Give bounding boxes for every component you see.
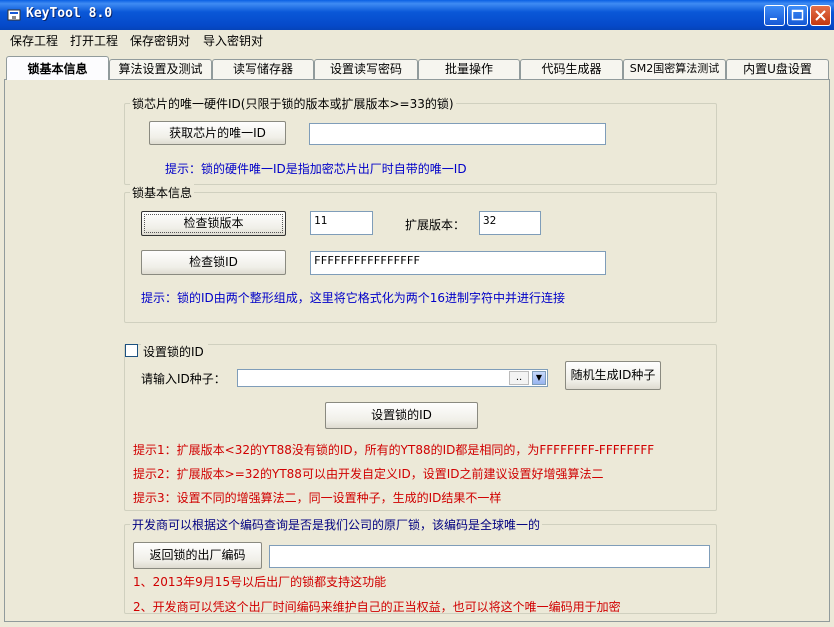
factory-code-field[interactable] (269, 545, 710, 568)
app-window: KeyTool 8.0 保存工程 打开工程 保存密钥对 导入密钥对 锁基本信息 … (0, 0, 834, 627)
tab-set-rw-password[interactable]: 设置读写密码 (314, 59, 418, 79)
tab-read-write-storage[interactable]: 读写储存器 (212, 59, 314, 79)
menu-open-project[interactable]: 打开工程 (70, 32, 118, 49)
seed-label: 请输入ID种子： (141, 372, 226, 386)
check-version-button[interactable]: 检查锁版本 (141, 211, 286, 236)
ext-version-field[interactable]: 32 (479, 211, 541, 235)
seed-combo[interactable]: .. ▼ (237, 369, 548, 387)
tab-strip: 锁基本信息 算法设置及测试 读写储存器 设置读写密码 批量操作 代码生成器 SM… (0, 56, 834, 80)
set-id-checkbox[interactable] (125, 344, 138, 357)
menu-import-keypair[interactable]: 导入密钥对 (203, 32, 263, 49)
set-id-legend: 设置锁的ID (141, 343, 208, 360)
title-bar[interactable]: KeyTool 8.0 (0, 0, 834, 30)
minimize-button[interactable] (764, 5, 785, 26)
window-title: KeyTool 8.0 (26, 6, 113, 21)
factory-note-1: 1、2013年9月15号以后出厂的锁都支持这功能 (133, 575, 387, 589)
get-chip-id-button[interactable]: 获取芯片的唯一ID (149, 121, 286, 145)
maximize-icon (791, 9, 804, 21)
set-id-hint-3: 提示3：设置不同的增强算法二，同一设置种子，生成的ID结果不一样 (133, 491, 502, 505)
factory-code-button[interactable]: 返回锁的出厂编码 (133, 542, 262, 569)
menu-save-project[interactable]: 保存工程 (10, 32, 58, 49)
app-icon (7, 9, 21, 21)
version-field[interactable]: 11 (310, 211, 373, 235)
close-icon (815, 10, 826, 21)
basic-info-legend: 锁基本信息 (130, 184, 195, 201)
chip-id-legend: 锁芯片的唯一硬件ID(只限于锁的版本或扩展版本>=33的锁) (130, 95, 456, 112)
lock-id-field[interactable]: FFFFFFFFFFFFFFFF (310, 251, 606, 275)
ext-version-label: 扩展版本： (405, 218, 466, 232)
check-id-button[interactable]: 检查锁ID (141, 250, 286, 275)
tab-builtin-udisk[interactable]: 内置U盘设置 (726, 59, 829, 79)
chip-id-hint: 提示：锁的硬件唯一ID是指加密芯片出厂时自带的唯一ID (165, 162, 467, 176)
random-seed-button[interactable]: 随机生成ID种子 (565, 361, 661, 390)
set-lock-id-button[interactable]: 设置锁的ID (325, 402, 478, 429)
seed-browse-button[interactable]: .. (509, 371, 529, 385)
tab-lock-basic-info[interactable]: 锁基本信息 (6, 56, 109, 80)
set-id-hint-2: 提示2：扩展版本>=32的YT88可以由开发自定义ID，设置ID之前建议设置好增… (133, 467, 604, 481)
tab-code-generator[interactable]: 代码生成器 (520, 59, 623, 79)
tab-batch-operation[interactable]: 批量操作 (418, 59, 520, 79)
maximize-button[interactable] (787, 5, 808, 26)
lock-id-hint: 提示：锁的ID由两个整形组成，这里将它格式化为两个16进制字符中并进行连接 (141, 291, 566, 305)
factory-note-2: 2、开发商可以凭这个出厂时间编码来维护自己的正当权益，也可以将这个唯一编码用于加… (133, 600, 621, 614)
close-button[interactable] (810, 5, 831, 26)
tab-sm2-test[interactable]: SM2国密算法测试 (623, 59, 726, 79)
menu-save-keypair[interactable]: 保存密钥对 (130, 32, 190, 49)
menu-bar: 保存工程 打开工程 保存密钥对 导入密钥对 (0, 30, 834, 50)
factory-code-legend: 开发商可以根据这个编码查询是否是我们公司的原厂锁，该编码是全球唯一的 (130, 516, 543, 533)
minimize-icon (770, 18, 777, 20)
set-id-hint-1: 提示1：扩展版本<32的YT88没有锁的ID，所有的YT88的ID都是相同的，为… (133, 443, 655, 457)
tab-algorithm-settings[interactable]: 算法设置及测试 (109, 59, 212, 79)
chip-id-field[interactable] (309, 123, 606, 145)
chevron-down-icon[interactable]: ▼ (532, 371, 546, 385)
